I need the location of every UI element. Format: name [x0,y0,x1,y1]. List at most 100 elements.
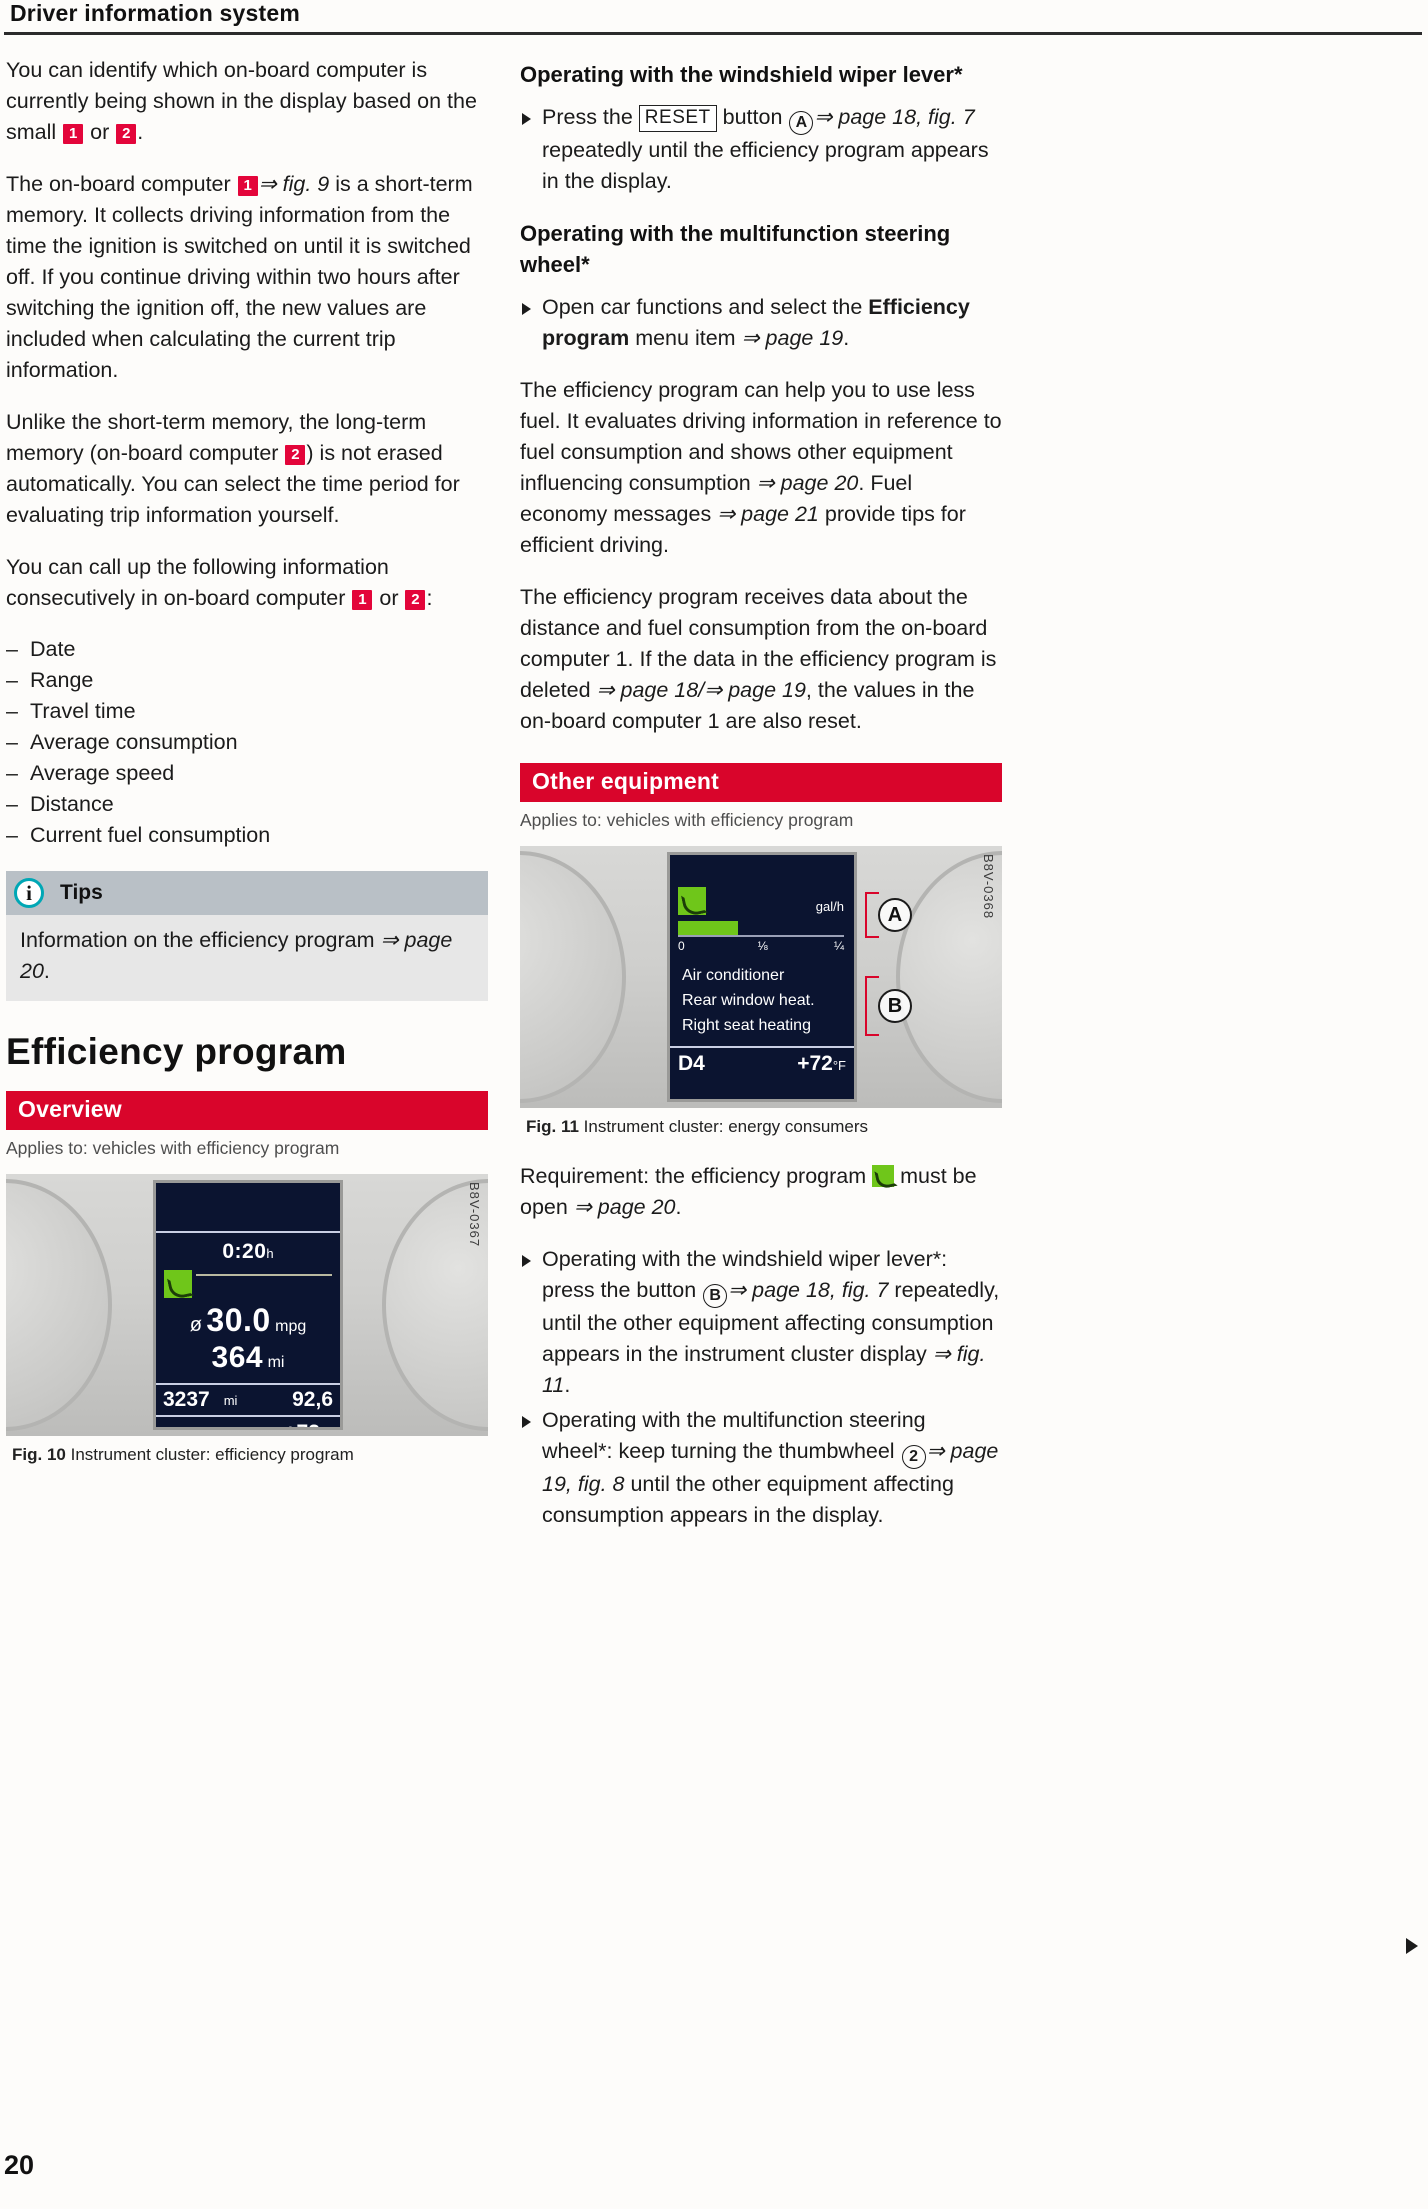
marker-1: 1 [63,124,84,144]
tips-text-after: . [43,959,50,983]
tips-box-title: Tips [60,881,103,904]
figure-11-caption-text: Instrument cluster: energy consumers [583,1117,869,1136]
para1-text-mid: or [84,120,116,144]
temperature-value: +72 [284,1421,320,1427]
scale-min-label: 0 [678,939,685,953]
left-dial [6,1179,112,1431]
page-body: You can identify which on-board computer… [4,55,1424,2040]
temperature-unit: °F [320,1427,333,1430]
action-list-wiper: Press the RESET button A ⇒ page 18, fig. … [520,102,1002,197]
applies-to-other-equipment: Applies to: vehicles with efficiency pro… [520,810,854,830]
para2-text-after: is a short-term memory. It collects driv… [6,172,473,382]
continuation-marker-icon [1406,1938,1418,1954]
figure-10-number: Fig. 10 [12,1445,66,1464]
para4-text-after: : [426,586,433,610]
cross-reference-page21[interactable]: ⇒ page 21 [717,502,819,526]
cross-reference-page20[interactable]: ⇒ page 20 [574,1195,676,1219]
para2-text-before: The on-board computer [6,172,237,196]
eco-indicator-row [156,1270,340,1300]
section-heading-other-equipment: Other equipment [520,763,1002,802]
list-item: Average speed [6,758,488,789]
figure-11-image: gal/h 0 ⅛ ¼ Air conditioner Rear window … [520,846,1002,1108]
leader-line-a [865,892,879,938]
cross-reference-page18-fig7[interactable]: ⇒ page 18, fig. 7 [728,1278,888,1302]
marker-2: 2 [116,124,137,144]
act2-text-after: . [843,326,850,350]
marker-2: 2 [405,590,426,610]
info-icon: i [14,878,44,908]
marker-1: 1 [237,176,258,196]
act4-text-before: Operating with the multifunction steerin… [542,1408,926,1463]
gallons-per-hour-row: gal/h [670,887,854,921]
paragraph-efficiency-data: The efficiency program receives data abo… [520,582,1002,737]
range-value: 364 [211,1341,264,1374]
cross-reference-page20[interactable]: ⇒ page 20 [757,471,859,495]
figure-10-caption-text: Instrument cluster: efficiency program [70,1445,354,1464]
gear-temperature-row: D4 +72°F [670,1048,854,1080]
consumption-bar [678,921,844,937]
running-head: Driver information system [0,0,1428,40]
eco-tile-icon [872,1165,895,1187]
temperature-value: +72 [797,1052,833,1075]
tips-text-before: Information on the efficiency program [20,928,381,952]
act2-text-mid: menu item [629,326,742,350]
action-list-other-equipment: Operating with the windshield wiper leve… [520,1244,1002,1531]
para4-text-before: You can call up the following informatio… [6,555,389,610]
list-item: Average consumption [6,727,488,758]
figure-10-caption: Fig. 10 Instrument cluster: efficiency p… [6,1436,488,1467]
callout-b-inline: B [703,1284,728,1308]
callout-2-inline: 2 [901,1445,926,1469]
tips-text: Information on the efficiency program ⇒ … [20,925,474,987]
figure-10-code: B8V-0367 [467,1182,482,1248]
figure-10: 0:20h ø 30.0 mpg 364 mi 3237 mi 92,6 B8V… [6,1174,488,1467]
consumer-item: Rear window heat. [682,992,815,1009]
right-column: Operating with the windshield wiper leve… [520,55,1002,1552]
list-item: Range [6,665,488,696]
para4-text-mid: or [373,586,405,610]
energy-consumers-list: Air conditioner Rear window heat. Right … [670,957,854,1038]
paragraph-short-term-memory: The on-board computer 1 ⇒ fig. 9 is a sho… [6,169,488,386]
paragraph-long-term-memory: Unlike the short-term memory, the long-t… [6,407,488,531]
act3-text-after: . [564,1373,571,1397]
act1-text-after: repeatedly until the efficiency program … [542,138,989,193]
scale-max-label: ¼ [833,939,844,953]
left-dial [520,851,626,1103]
cross-reference-page18-fig7[interactable]: ⇒ page 18, fig. 7 [814,105,974,129]
odometer-value: 3237 [163,1388,210,1411]
average-consumption-row: ø 30.0 mpg [156,1302,340,1339]
page-number: 20 [4,2150,35,2180]
callout-a-inline: A [789,111,814,135]
average-consumption-unit: mpg [275,1318,307,1335]
marker-1: 1 [352,590,373,610]
travel-time-row: 0:20h [156,1233,340,1264]
paragraph-requirement: Requirement: the efficiency program must… [520,1161,1002,1223]
travel-time-value: 0:20 [222,1240,267,1263]
tips-box: i Tips Information on the efficiency pro… [6,871,488,1001]
chapter-title: Efficiency program [6,1031,347,1072]
info-items-list: Date Range Travel time Average consumpti… [6,634,488,851]
cross-reference-page18[interactable]: ⇒ page 18/ [597,678,705,702]
tips-box-header: i Tips [6,871,488,915]
para1-text-after: . [137,120,144,144]
cross-reference-page19[interactable]: ⇒ page 19 [742,326,844,350]
subheading-steering-wheel: Operating with the multifunction steerin… [520,221,951,277]
req-text-before: Requirement: the efficiency program [520,1164,873,1188]
leader-line-b [865,976,879,1036]
list-item: Travel time [6,696,488,727]
consumer-item: Air conditioner [682,967,785,984]
left-column: You can identify which on-board computer… [6,55,488,1489]
reset-button-key[interactable]: RESET [638,105,717,132]
action-list-steering-wheel: Open car functions and select the Effici… [520,292,1002,354]
instrument-display-fig10: 0:20h ø 30.0 mpg 364 mi 3237 mi 92,6 [153,1180,343,1430]
callout-a: A [878,898,912,932]
cross-reference-page19[interactable]: ⇒ page 19 [704,678,806,702]
list-item: Current fuel consumption [6,820,488,851]
paragraph-efficiency-help: The efficiency program can help you to u… [520,375,1002,561]
figure-11: gal/h 0 ⅛ ¼ Air conditioner Rear window … [520,846,1002,1139]
action-item-wiper-lever-other: Operating with the windshield wiper leve… [520,1244,1002,1401]
section-heading-overview: Overview [6,1091,488,1130]
list-item: Distance [6,789,488,820]
cross-reference-fig9[interactable]: ⇒ fig. 9 [259,172,330,196]
gear-indicator: D4 [678,1052,705,1075]
action-item-steering-wheel-other: Operating with the multifunction steerin… [520,1405,1002,1531]
